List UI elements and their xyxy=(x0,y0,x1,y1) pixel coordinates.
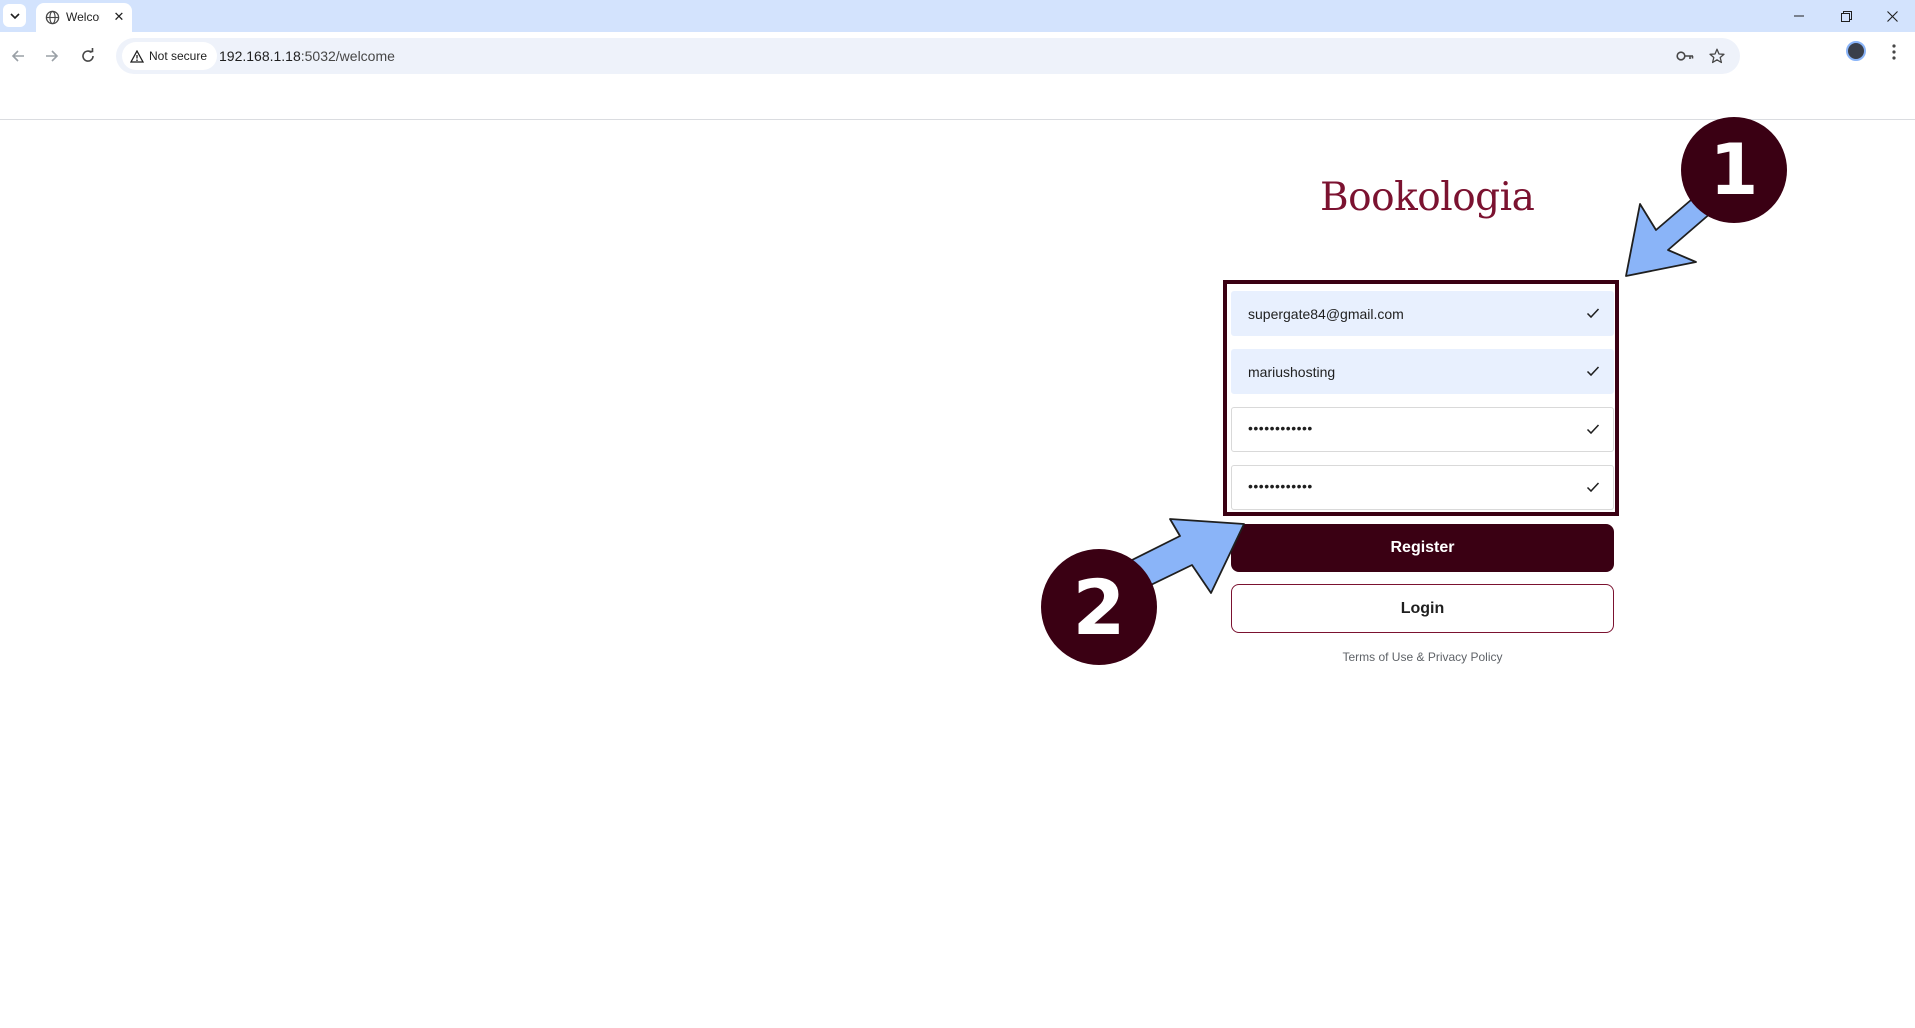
annotation-arrows xyxy=(1111,193,1713,599)
step-badge-2: 2 xyxy=(1041,549,1157,665)
step-badge-1: 1 xyxy=(1681,117,1787,223)
